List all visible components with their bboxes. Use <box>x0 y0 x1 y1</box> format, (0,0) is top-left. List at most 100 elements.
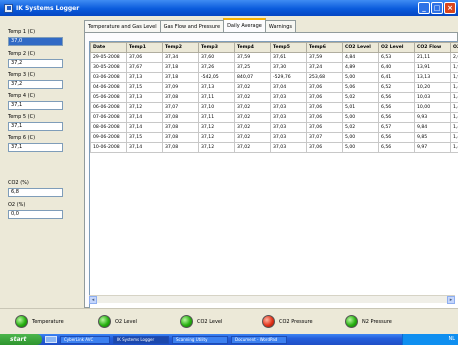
scroll-right-icon[interactable]: ▸ <box>447 296 455 304</box>
column-header[interactable]: CO2 Flow <box>414 42 451 53</box>
table-cell: 5,02 <box>342 92 379 103</box>
app-icon <box>4 3 13 13</box>
table-row[interactable]: 29-05-2008 37,06 37,34 37,60 37,59 37,61 37,59… <box>90 52 458 63</box>
table-cell: 37,02 <box>234 142 271 153</box>
table-cell: 1,42 <box>450 132 458 143</box>
status-led-icon <box>180 315 193 328</box>
o2-field[interactable]: 0,0 <box>8 210 63 219</box>
column-header[interactable]: Temp3 <box>198 42 235 53</box>
table-row[interactable]: 10-06-2008 37,14 37,08 37,12 37,02 37,03 37,06… <box>90 142 458 153</box>
table-cell: 37,02 <box>234 102 271 113</box>
status-bar: Temperature O2 Level CO2 Level CO2 Press… <box>0 308 458 334</box>
column-header[interactable]: Temp5 <box>270 42 307 53</box>
table-row[interactable]: 05-06-2008 37,13 37,08 37,11 37,02 37,03 37,06… <box>90 92 458 103</box>
column-header[interactable]: Date <box>90 42 127 53</box>
n2-pressure-indicator: N2 Pressure <box>345 315 392 328</box>
close-button[interactable]: × <box>444 2 456 14</box>
taskbar-item[interactable]: Scanning Utility <box>172 335 228 344</box>
temp6-field[interactable]: 37,1 <box>8 143 63 152</box>
table-cell: 37,15 <box>126 132 163 143</box>
table-row[interactable]: 09-06-2008 37,15 37,08 37,12 37,02 37,03 37,07… <box>90 132 458 143</box>
table-cell: 6,56 <box>378 92 415 103</box>
column-header[interactable]: O2 F <box>450 42 458 53</box>
co2-level-indicator: CO2 Level <box>180 315 222 328</box>
title-bar[interactable]: IK Systems Logger _ □ × <box>0 0 458 16</box>
co2-field[interactable]: 6,8 <box>8 188 63 197</box>
table-header-row: Date Temp1 Temp2 Temp3 Temp4 Temp5 Temp6 CO2 Le… <box>90 42 458 53</box>
start-button[interactable]: start <box>0 334 42 345</box>
table-cell: 37,14 <box>126 142 163 153</box>
table-cell: 37,12 <box>198 142 235 153</box>
table-row[interactable]: 07-06-2008 37,14 37,08 37,11 37,02 37,03 37,06… <box>90 112 458 123</box>
table-cell: 37,06 <box>306 82 343 93</box>
data-table: Date Temp1 Temp2 Temp3 Temp4 Temp5 Temp6 CO2 Le… <box>90 42 458 153</box>
horizontal-scrollbar[interactable]: ◂ ▸ <box>89 295 455 304</box>
column-header[interactable]: O2 Level <box>378 42 415 53</box>
table-cell: 4,89 <box>342 62 379 73</box>
table-row[interactable]: 30-05-2008 37,67 37,18 37,26 37,25 37,30 37,24… <box>90 62 458 73</box>
o2-level-indicator: O2 Level <box>98 315 137 328</box>
taskbar-item[interactable]: Document - WordPad <box>231 335 287 344</box>
table-cell: 9,93 <box>414 112 451 123</box>
maximize-button[interactable]: □ <box>431 2 443 14</box>
status-led-icon <box>345 315 358 328</box>
tab-daily-average[interactable]: Daily Average <box>223 18 266 32</box>
tab-gas-flow-pressure[interactable]: Gas Flow and Pressure <box>159 20 225 32</box>
table-cell: 37,02 <box>234 112 271 123</box>
system-tray[interactable]: NL <box>402 334 458 345</box>
table-cell: 03-06-2008 <box>90 72 127 83</box>
table-cell: 37,59 <box>306 52 343 63</box>
temp3-field[interactable]: 37,2 <box>8 80 63 89</box>
table-cell: 37,02 <box>234 122 271 133</box>
table-cell: 21,11 <box>414 52 451 63</box>
o2-level-indicator-label: O2 Level <box>115 318 137 325</box>
table-row[interactable]: 03-06-2008 37,13 37,18 -542,05 840,07 -529,76… <box>90 72 458 83</box>
table-row[interactable]: 04-06-2008 37,15 37,09 37,13 37,02 37,04 37,06… <box>90 82 458 93</box>
taskbar-item[interactable]: CyberLink AVC <box>60 335 110 344</box>
column-header[interactable]: Temp6 <box>306 42 343 53</box>
table-cell: 37,12 <box>198 132 235 143</box>
table-cell: 37,08 <box>162 142 199 153</box>
temp5-field[interactable]: 37,1 <box>8 122 63 131</box>
taskbar-item-active[interactable]: IK Systems Logger <box>113 335 169 344</box>
table-cell: 6,56 <box>378 112 415 123</box>
window-title: IK Systems Logger <box>16 4 80 12</box>
column-header[interactable]: CO2 Level <box>342 42 379 53</box>
table-row[interactable]: 06-06-2008 37,12 37,07 37,10 37,02 37,03 37,06… <box>90 102 458 113</box>
table-cell: 37,06 <box>126 52 163 63</box>
tab-warnings[interactable]: Warnings <box>264 20 297 32</box>
daily-average-grid[interactable]: Date Temp1 Temp2 Temp3 Temp4 Temp5 Temp6 CO2 Le… <box>89 41 458 309</box>
table-cell: 37,24 <box>306 62 343 73</box>
status-led-icon <box>98 315 111 328</box>
temp1-field[interactable]: 37,0 <box>8 37 63 46</box>
table-cell: 37,61 <box>270 52 307 63</box>
table-cell: 37,18 <box>162 62 199 73</box>
temp2-field[interactable]: 37,2 <box>8 59 63 68</box>
co2-level-indicator-label: CO2 Level <box>197 318 223 325</box>
table-cell: 1,46 <box>450 82 458 93</box>
table-cell: 37,13 <box>126 92 163 103</box>
column-header[interactable]: Temp2 <box>162 42 199 53</box>
table-cell: 37,25 <box>234 62 271 73</box>
table-cell: 29-05-2008 <box>90 52 127 63</box>
temp1-label: Temp 1 (C) <box>8 29 36 35</box>
column-header[interactable]: Temp1 <box>126 42 163 53</box>
table-cell: 5,00 <box>342 72 379 83</box>
column-header[interactable]: Temp4 <box>234 42 271 53</box>
table-cell: 1,44 <box>450 142 458 153</box>
table-cell: 37,14 <box>126 122 163 133</box>
quick-launch-icon[interactable] <box>45 336 57 343</box>
table-cell: 37,08 <box>162 92 199 103</box>
table-cell: 37,06 <box>306 102 343 113</box>
temp4-field[interactable]: 37,1 <box>8 101 63 110</box>
table-row[interactable]: 08-06-2008 37,14 37,08 37,12 37,02 37,03 37,06… <box>90 122 458 133</box>
table-cell: 37,02 <box>234 82 271 93</box>
scroll-left-icon[interactable]: ◂ <box>89 296 97 304</box>
minimize-button[interactable]: _ <box>418 2 430 14</box>
temperature-indicator-label: Temperature <box>32 318 64 325</box>
table-cell: 2,66 <box>450 52 458 63</box>
table-cell: 10,00 <box>414 102 451 113</box>
tab-temperature-gas-level[interactable]: Temperature and Gas Level <box>84 20 161 32</box>
table-cell: 05-06-2008 <box>90 92 127 103</box>
table-cell: 37,03 <box>270 142 307 153</box>
